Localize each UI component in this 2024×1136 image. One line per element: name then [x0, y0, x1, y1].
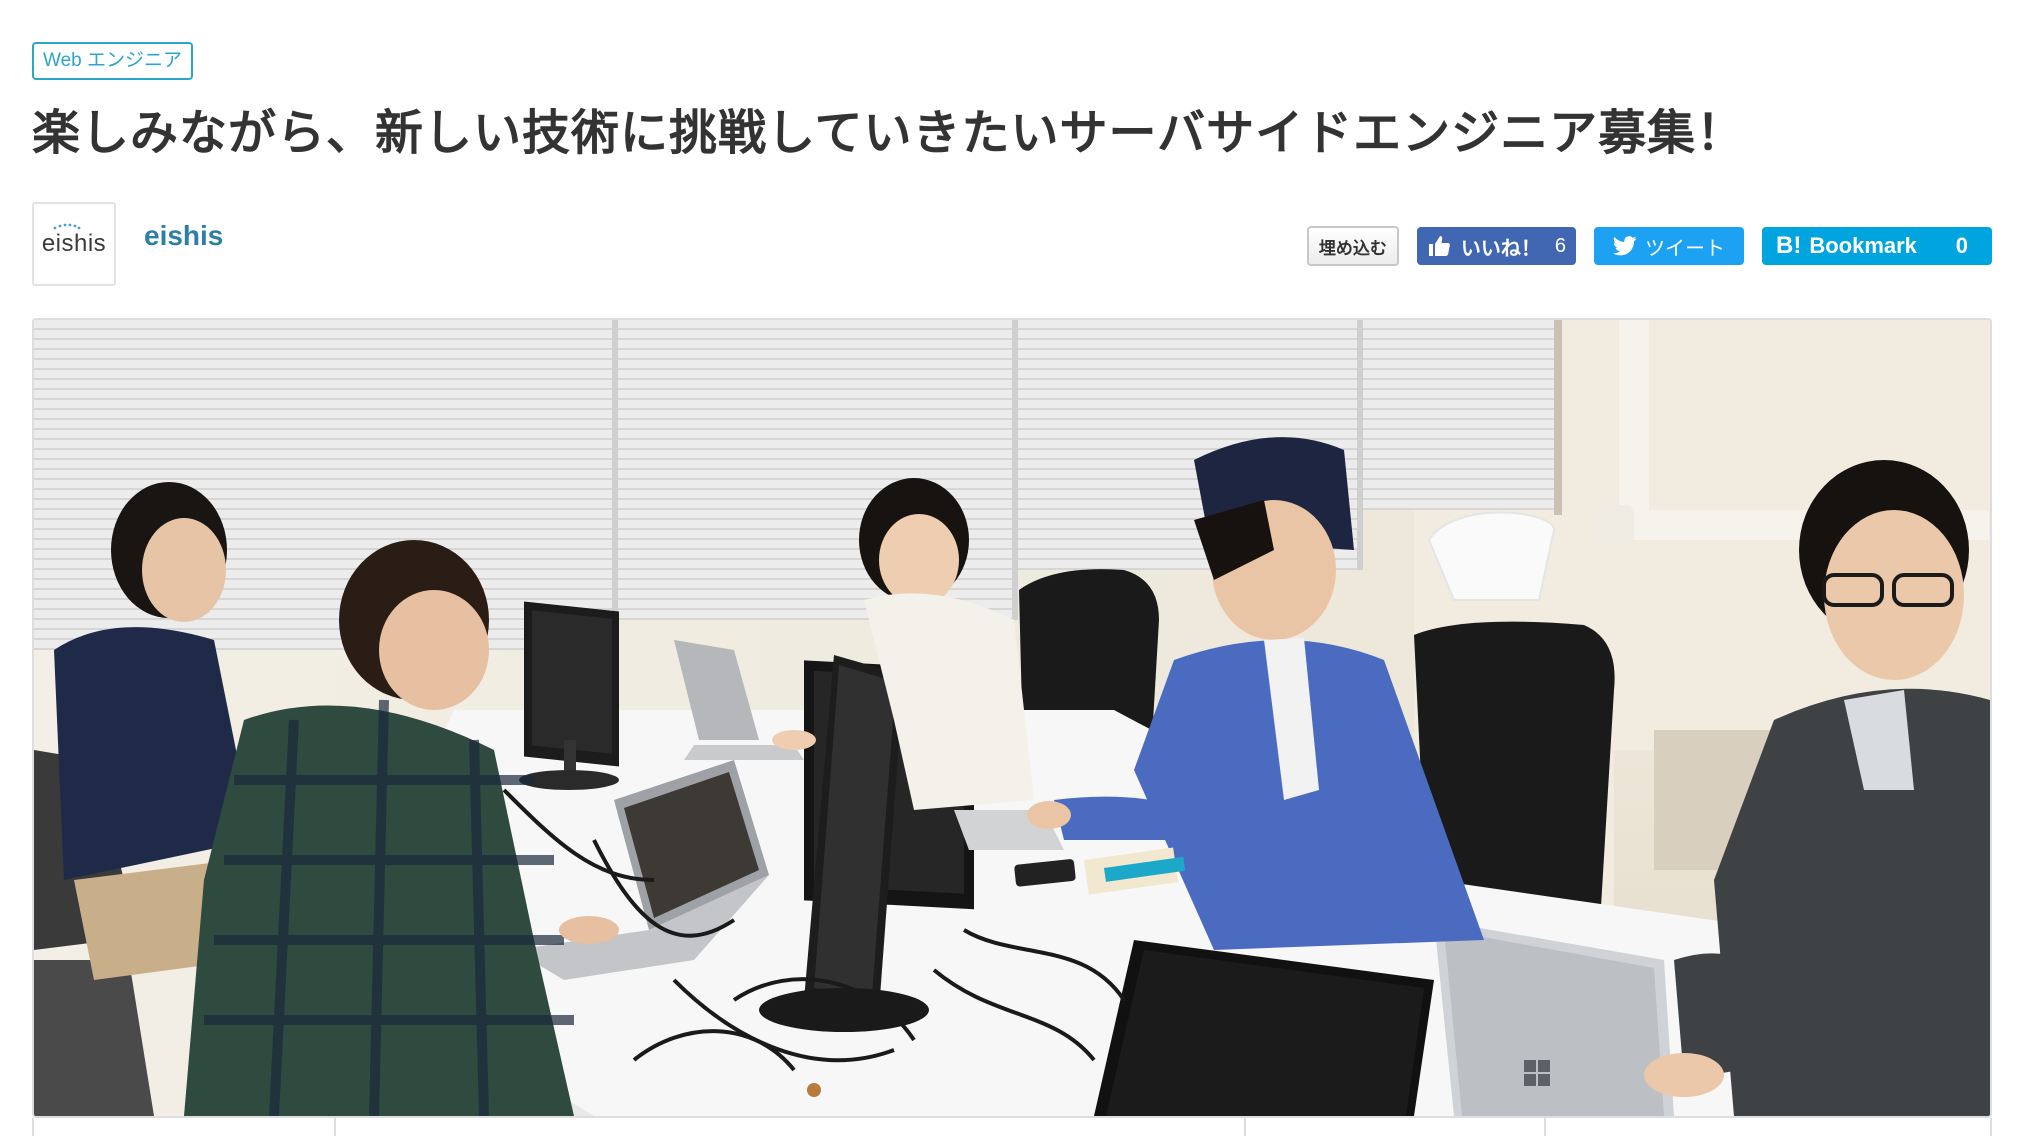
twitter-bird-icon — [1613, 236, 1637, 256]
tweet-label: ツイート — [1645, 237, 1725, 260]
like-count: 6 — [1554, 234, 1566, 257]
embed-button[interactable]: 埋め込む — [1306, 226, 1399, 266]
hatena-bookmark-button[interactable]: B! Bookmark 0 — [1762, 227, 1992, 265]
page-title: 楽しみながら、新しい技術に挑戦していきたいサーバサイドエンジニア募集！ — [32, 107, 1746, 160]
table-divider — [1544, 1118, 1546, 1136]
hero-photo — [32, 318, 1992, 1118]
bookmark-count: 0 — [1955, 233, 1968, 258]
company-row: eishis eishis 埋め込む いいね！ 6 ツイート B! Bookma… — [32, 202, 1992, 286]
like-label: いいね！ — [1460, 237, 1541, 260]
hatena-b-icon: B! — [1776, 232, 1802, 259]
category-tag[interactable]: Web エンジニア — [32, 42, 194, 80]
table-divider — [1244, 1118, 1246, 1136]
job-header: Web エンジニア 楽しみながら、新しい技術に挑戦していきたいサーバサイドエンジ… — [32, 42, 1992, 286]
logo-wordmark: eishis — [41, 230, 107, 257]
company-logo-text: eishis — [41, 223, 107, 258]
table-divider — [334, 1118, 336, 1136]
logo-dots-icon — [53, 223, 81, 230]
share-actions: 埋め込む いいね！ 6 ツイート B! Bookmark 0 — [1306, 226, 1992, 266]
tweet-button[interactable]: ツイート — [1594, 227, 1744, 265]
info-table-top — [32, 1118, 1992, 1136]
thumbs-up-icon — [1428, 236, 1450, 256]
office-photo-illustration — [34, 320, 1990, 1116]
facebook-like-button[interactable]: いいね！ 6 — [1416, 227, 1576, 265]
company-logo[interactable]: eishis — [32, 202, 116, 286]
bookmark-label: Bookmark — [1809, 233, 1917, 258]
company-name-link[interactable]: eishis — [144, 220, 223, 252]
